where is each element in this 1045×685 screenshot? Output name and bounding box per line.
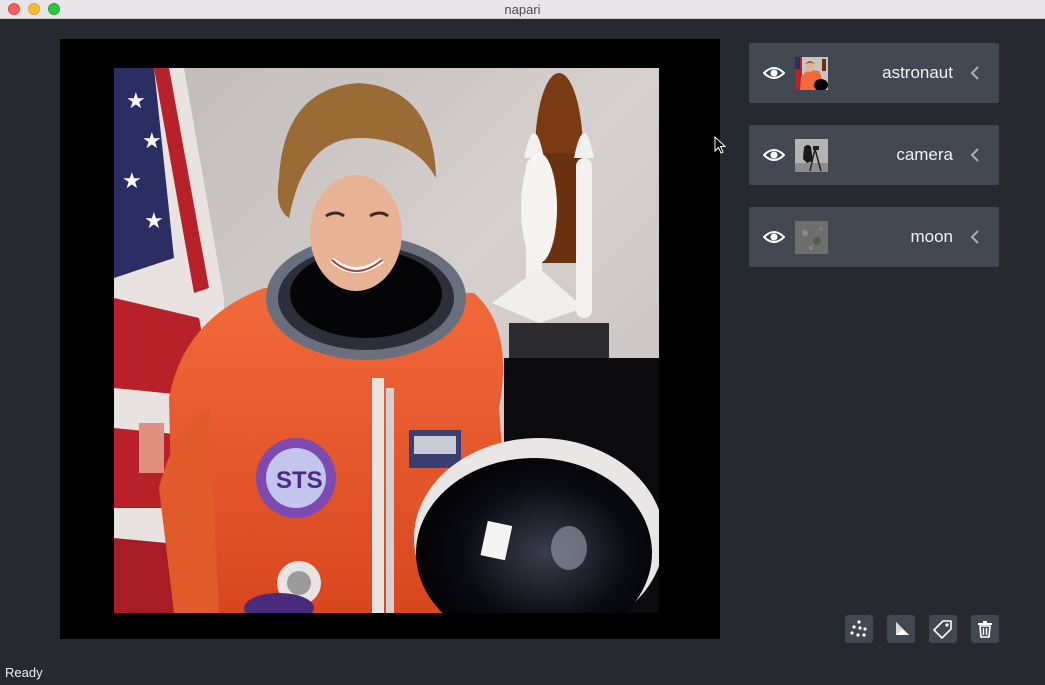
- layer-item-camera[interactable]: camera: [749, 125, 999, 185]
- delete-layer-button[interactable]: [971, 615, 999, 643]
- new-shapes-layer-button[interactable]: [887, 615, 915, 643]
- layer-name: moon: [910, 227, 953, 246]
- layer-name: astronaut: [882, 63, 953, 82]
- svg-text:★: ★: [122, 168, 142, 193]
- mouse-cursor-icon: [714, 136, 726, 154]
- layer-thumbnail-astronaut: [795, 57, 828, 90]
- window-title: napari: [504, 2, 541, 17]
- chevron-left-icon[interactable]: [969, 146, 981, 164]
- labels-icon: [933, 620, 952, 639]
- svg-text:★: ★: [144, 208, 164, 233]
- chevron-left-icon[interactable]: [969, 64, 981, 82]
- chevron-left-icon[interactable]: [969, 228, 981, 246]
- layer-name: camera: [896, 145, 953, 164]
- layer-item-astronaut[interactable]: astronaut: [749, 43, 999, 103]
- trash-icon: [978, 621, 992, 638]
- layer-thumbnail-camera: [795, 139, 828, 172]
- layer-thumbnail-moon: [795, 221, 828, 254]
- svg-text:★: ★: [126, 88, 146, 113]
- layer-item-moon[interactable]: moon: [749, 207, 999, 267]
- new-points-layer-button[interactable]: [845, 615, 873, 643]
- eye-icon[interactable]: [763, 145, 785, 165]
- astronaut-image: ★ ★ ★ ★ STS: [114, 68, 659, 613]
- svg-text:★: ★: [142, 128, 162, 153]
- title-bar: napari: [0, 0, 1045, 19]
- svg-text:STS: STS: [276, 467, 323, 494]
- eye-icon[interactable]: [763, 227, 785, 247]
- shapes-icon: [896, 622, 909, 635]
- new-labels-layer-button[interactable]: [929, 615, 957, 643]
- status-text: Ready: [5, 665, 43, 680]
- eye-icon[interactable]: [763, 63, 785, 83]
- points-icon: [850, 620, 867, 637]
- viewer-canvas[interactable]: ★ ★ ★ ★ STS: [60, 39, 720, 639]
